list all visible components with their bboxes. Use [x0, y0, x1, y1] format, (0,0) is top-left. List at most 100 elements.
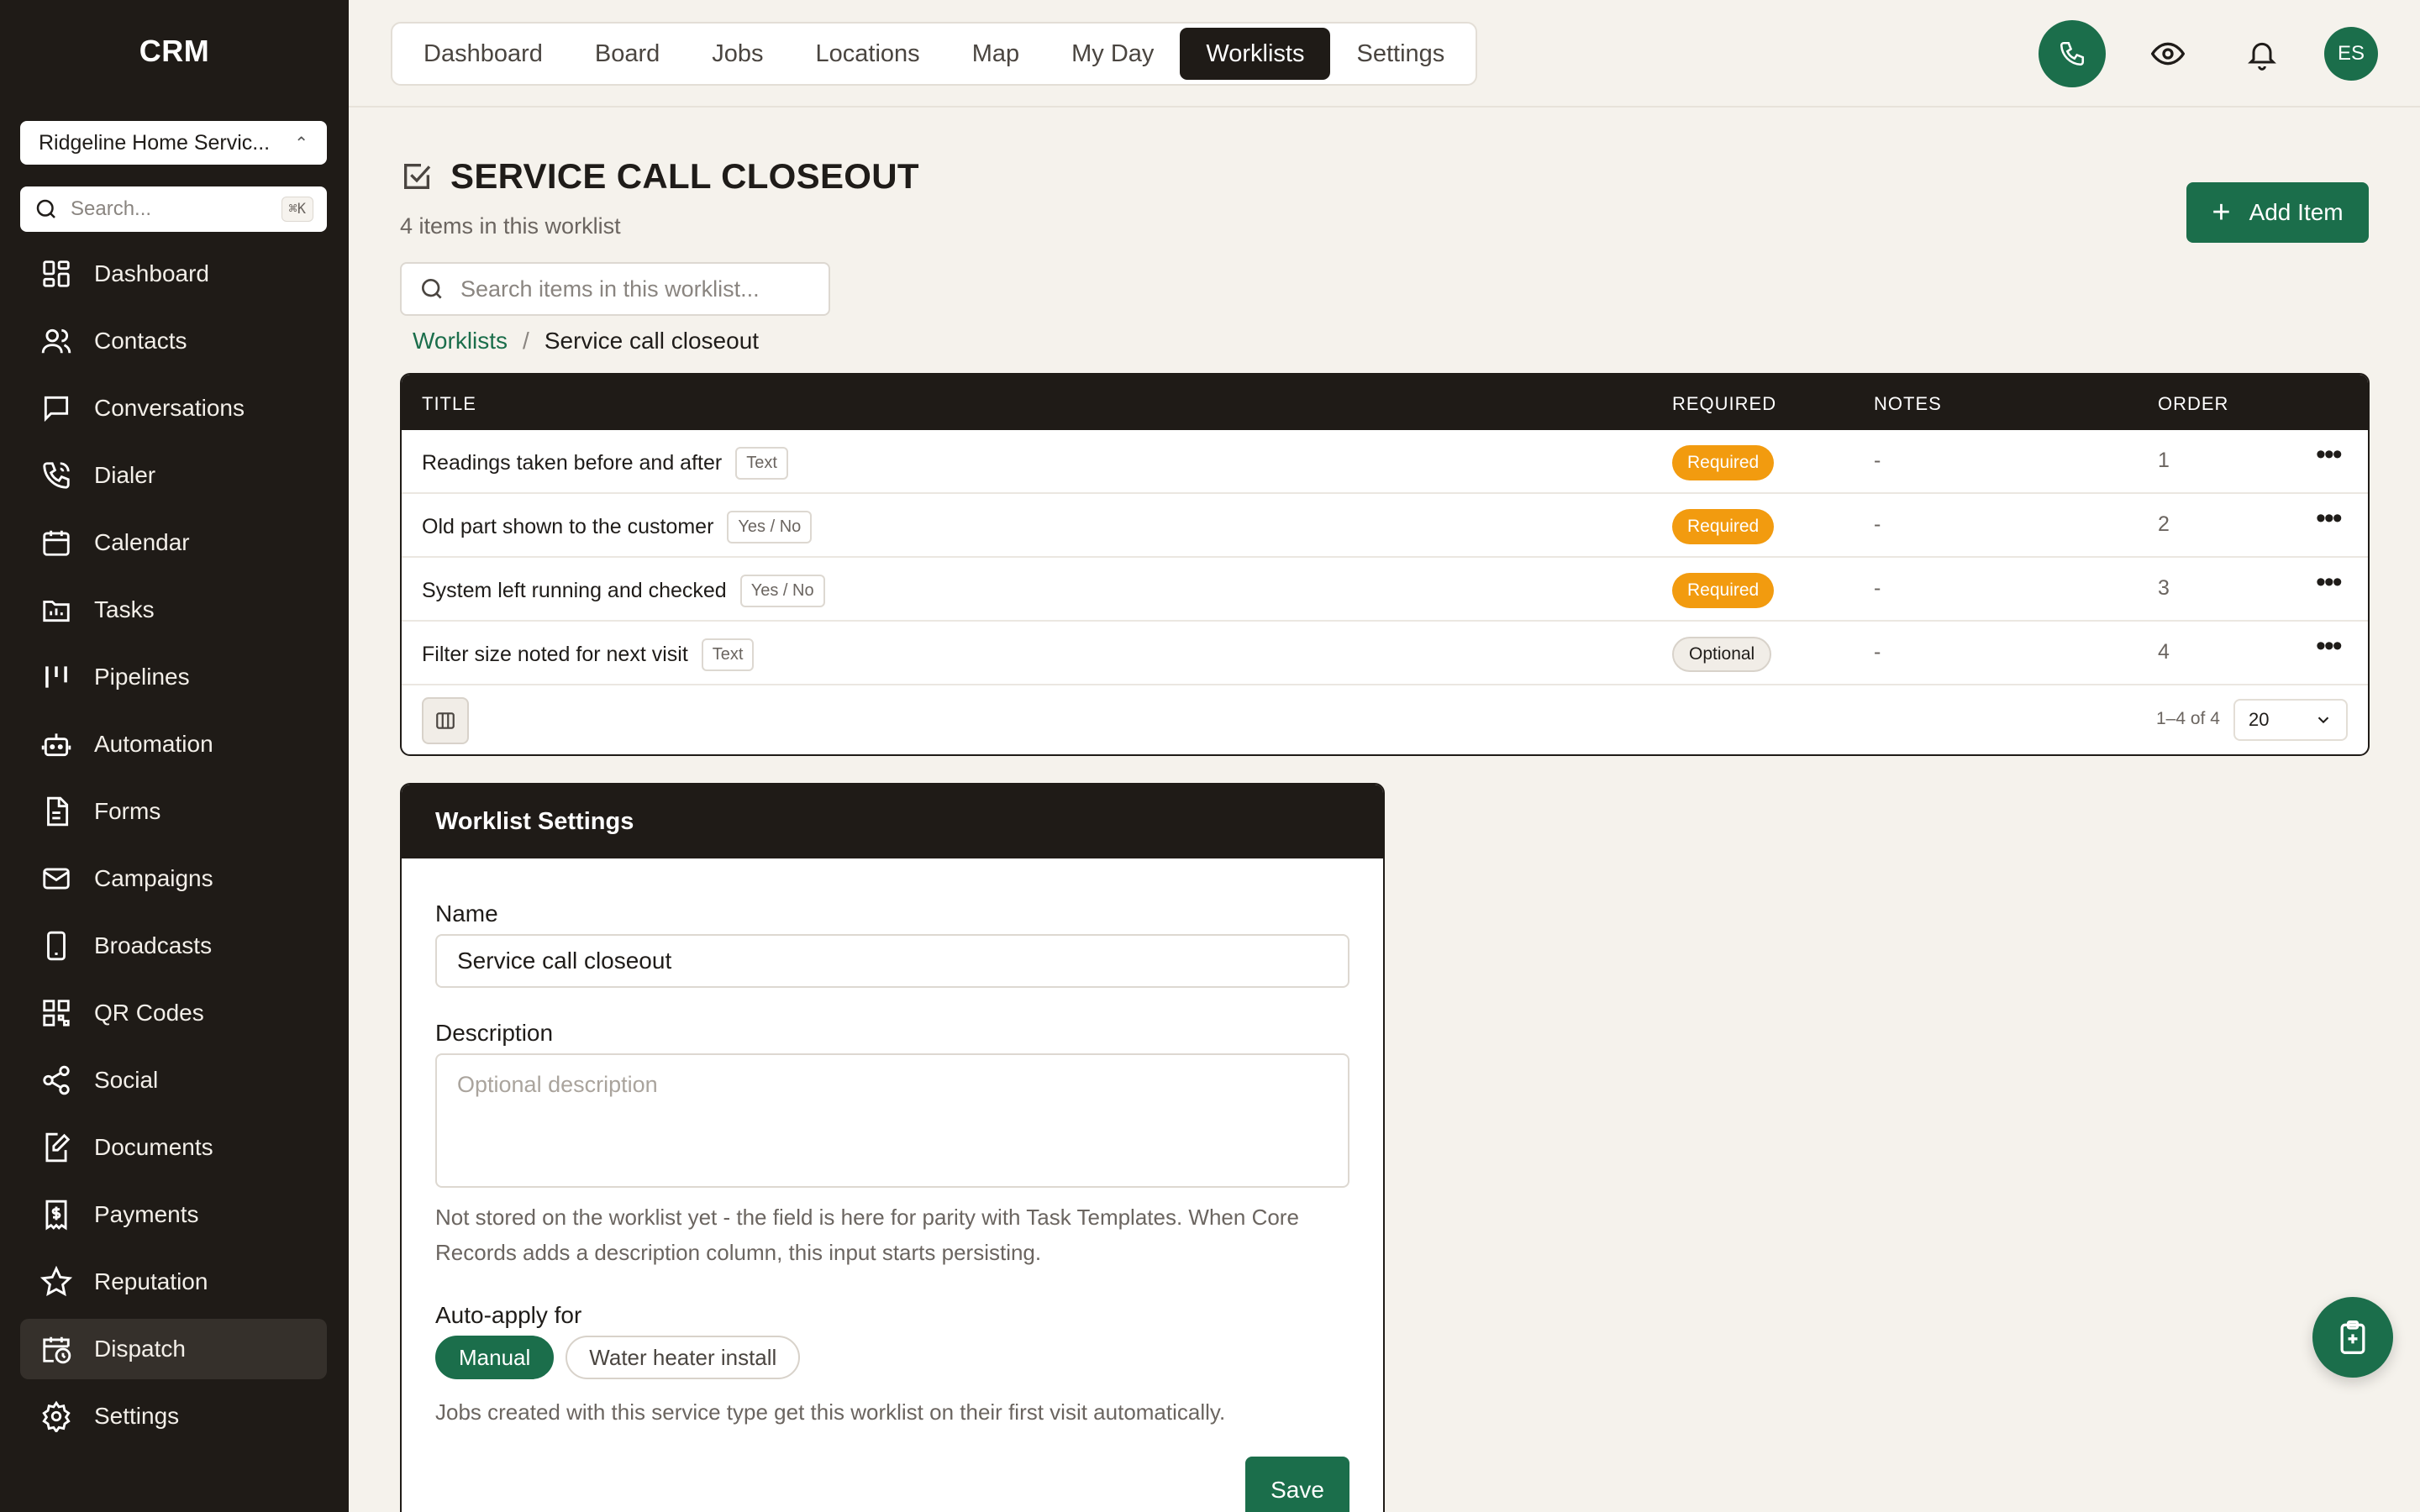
floating-action-button[interactable] [2312, 1297, 2393, 1378]
item-order: 2 [2158, 512, 2170, 536]
share-icon [43, 1065, 70, 1095]
preview-button[interactable] [2136, 22, 2200, 86]
sidebar-item-label: Campaigns [94, 865, 213, 891]
table-row[interactable]: Filter size noted for next visit Text Op… [402, 622, 2368, 685]
auto-apply-help-text: Jobs created with this service type get … [435, 1399, 1226, 1425]
item-order: 1 [2158, 449, 2170, 472]
item-title: Old part shown to the customer [422, 515, 714, 538]
more-actions-icon[interactable]: ••• [2316, 566, 2343, 599]
more-actions-icon[interactable]: ••• [2316, 502, 2343, 535]
name-field-value: Service call closeout [457, 948, 672, 974]
name-field[interactable]: Service call closeout [435, 934, 1349, 988]
item-count: 4 items in this worklist [400, 213, 621, 239]
page-title: SERVICE CALL CLOSEOUT [400, 156, 919, 197]
breadcrumb-current: Service call closeout [544, 328, 760, 354]
tab-dashboard[interactable]: Dashboard [397, 28, 569, 80]
sidebar-item-pipelines[interactable]: Pipelines [20, 647, 327, 707]
sidebar-item-dashboard[interactable]: Dashboard [20, 244, 327, 304]
sidebar-item-qr-codes[interactable]: QR Codes [20, 983, 327, 1043]
column-order[interactable]: ORDER [2158, 393, 2228, 415]
top-bar: Dashboard Board Jobs Locations Map My Da… [349, 0, 2420, 108]
star-icon [40, 1266, 72, 1297]
sidebar-item-dialer[interactable]: Dialer [20, 445, 327, 506]
tab-map[interactable]: Map [946, 28, 1045, 80]
item-notes: - [1874, 640, 1881, 664]
description-placeholder: Optional description [457, 1072, 658, 1097]
add-item-label: Add Item [2249, 199, 2344, 225]
more-actions-icon[interactable]: ••• [2316, 630, 2343, 663]
row-title-cell: Readings taken before and after Text [422, 447, 788, 480]
auto-apply-manual-chip[interactable]: Manual [435, 1336, 555, 1379]
receipt-icon [45, 1200, 67, 1231]
row-title-cell: System left running and checked Yes / No [422, 575, 825, 607]
sidebar-item-payments[interactable]: Payments [20, 1184, 327, 1245]
sidebar-item-label: Broadcasts [94, 932, 213, 958]
users-icon [41, 328, 71, 354]
dashboard-icon [43, 260, 70, 287]
sidebar-item-label: Pipelines [94, 664, 190, 690]
search-icon [421, 279, 442, 299]
sidebar-item-label: Documents [94, 1134, 213, 1160]
sidebar-item-reputation[interactable]: Reputation [20, 1252, 327, 1312]
sidebar-item-forms[interactable]: Forms [20, 781, 327, 842]
call-button[interactable] [2039, 20, 2106, 87]
sidebar-item-broadcasts[interactable]: Broadcasts [20, 916, 327, 976]
column-title[interactable]: TITLE [422, 393, 476, 415]
phone-icon [43, 462, 70, 489]
name-label: Name [435, 900, 498, 927]
mobile-icon [47, 931, 66, 961]
user-avatar[interactable]: ES [2324, 27, 2378, 81]
columns-toggle-button[interactable] [422, 697, 469, 744]
tab-jobs[interactable]: Jobs [686, 28, 789, 80]
column-notes[interactable]: NOTES [1874, 393, 1942, 415]
document-edit-icon [45, 1132, 71, 1163]
required-badge: Required [1672, 509, 1775, 544]
sidebar-item-social[interactable]: Social [20, 1050, 327, 1110]
sidebar-item-contacts[interactable]: Contacts [20, 311, 327, 371]
tab-board[interactable]: Board [569, 28, 686, 80]
tab-settings[interactable]: Settings [1330, 28, 1470, 80]
item-type-badge: Yes / No [727, 511, 813, 543]
column-required[interactable]: REQUIRED [1672, 393, 1776, 415]
breadcrumb-worklists[interactable]: Worklists [413, 328, 508, 354]
page-size-value: 20 [2249, 709, 2270, 730]
chat-icon [44, 396, 69, 423]
sidebar-item-conversations[interactable]: Conversations [20, 378, 327, 438]
table-row[interactable]: System left running and checked Yes / No… [402, 558, 2368, 622]
item-title: Filter size noted for next visit [422, 643, 688, 666]
tab-worklists[interactable]: Worklists [1180, 28, 1331, 80]
sidebar-search[interactable]: Search... ⌘K [20, 186, 327, 232]
notifications-button[interactable] [2230, 22, 2294, 86]
gear-icon [42, 1400, 71, 1432]
required-badge: Required [1672, 573, 1775, 608]
tab-my-day[interactable]: My Day [1045, 28, 1180, 80]
description-field[interactable]: Optional description [435, 1053, 1349, 1188]
pipeline-icon [45, 666, 67, 688]
worklist-search-input[interactable]: Search items in this worklist... [400, 262, 830, 316]
table-row[interactable]: Readings taken before and after Text Req… [402, 430, 2368, 494]
sidebar-item-calendar[interactable]: Calendar [20, 512, 327, 573]
sidebar-item-documents[interactable]: Documents [20, 1117, 327, 1178]
item-title: Readings taken before and after [422, 451, 723, 475]
top-actions: ES [2039, 20, 2378, 87]
page-size-select[interactable]: 20 [2233, 699, 2348, 741]
table-row[interactable]: Old part shown to the customer Yes / No … [402, 494, 2368, 558]
account-switcher[interactable]: Ridgeline Home Servic... ⌃ [20, 121, 327, 165]
sidebar-item-label: Social [94, 1067, 159, 1093]
tab-locations[interactable]: Locations [790, 28, 946, 80]
save-button[interactable]: Save [1245, 1457, 1349, 1512]
sidebar-item-dispatch[interactable]: Dispatch [20, 1319, 327, 1379]
sidebar: CRM Ridgeline Home Servic... ⌃ Search...… [0, 0, 349, 1512]
more-actions-icon[interactable]: ••• [2316, 438, 2343, 471]
sidebar-item-settings[interactable]: Settings [20, 1386, 327, 1446]
auto-apply-water-heater-chip[interactable]: Water heater install [566, 1336, 801, 1379]
chevron-down-icon [2317, 717, 2329, 724]
sidebar-item-tasks[interactable]: Tasks [20, 580, 327, 640]
add-item-button[interactable]: + Add Item [2186, 182, 2369, 243]
mail-icon [43, 868, 70, 890]
sidebar-item-campaigns[interactable]: Campaigns [20, 848, 327, 909]
sidebar-item-label: Contacts [94, 328, 187, 354]
item-type-badge: Yes / No [739, 575, 825, 607]
row-title-cell: Filter size noted for next visit Text [422, 638, 755, 671]
sidebar-item-automation[interactable]: Automation [20, 714, 327, 774]
